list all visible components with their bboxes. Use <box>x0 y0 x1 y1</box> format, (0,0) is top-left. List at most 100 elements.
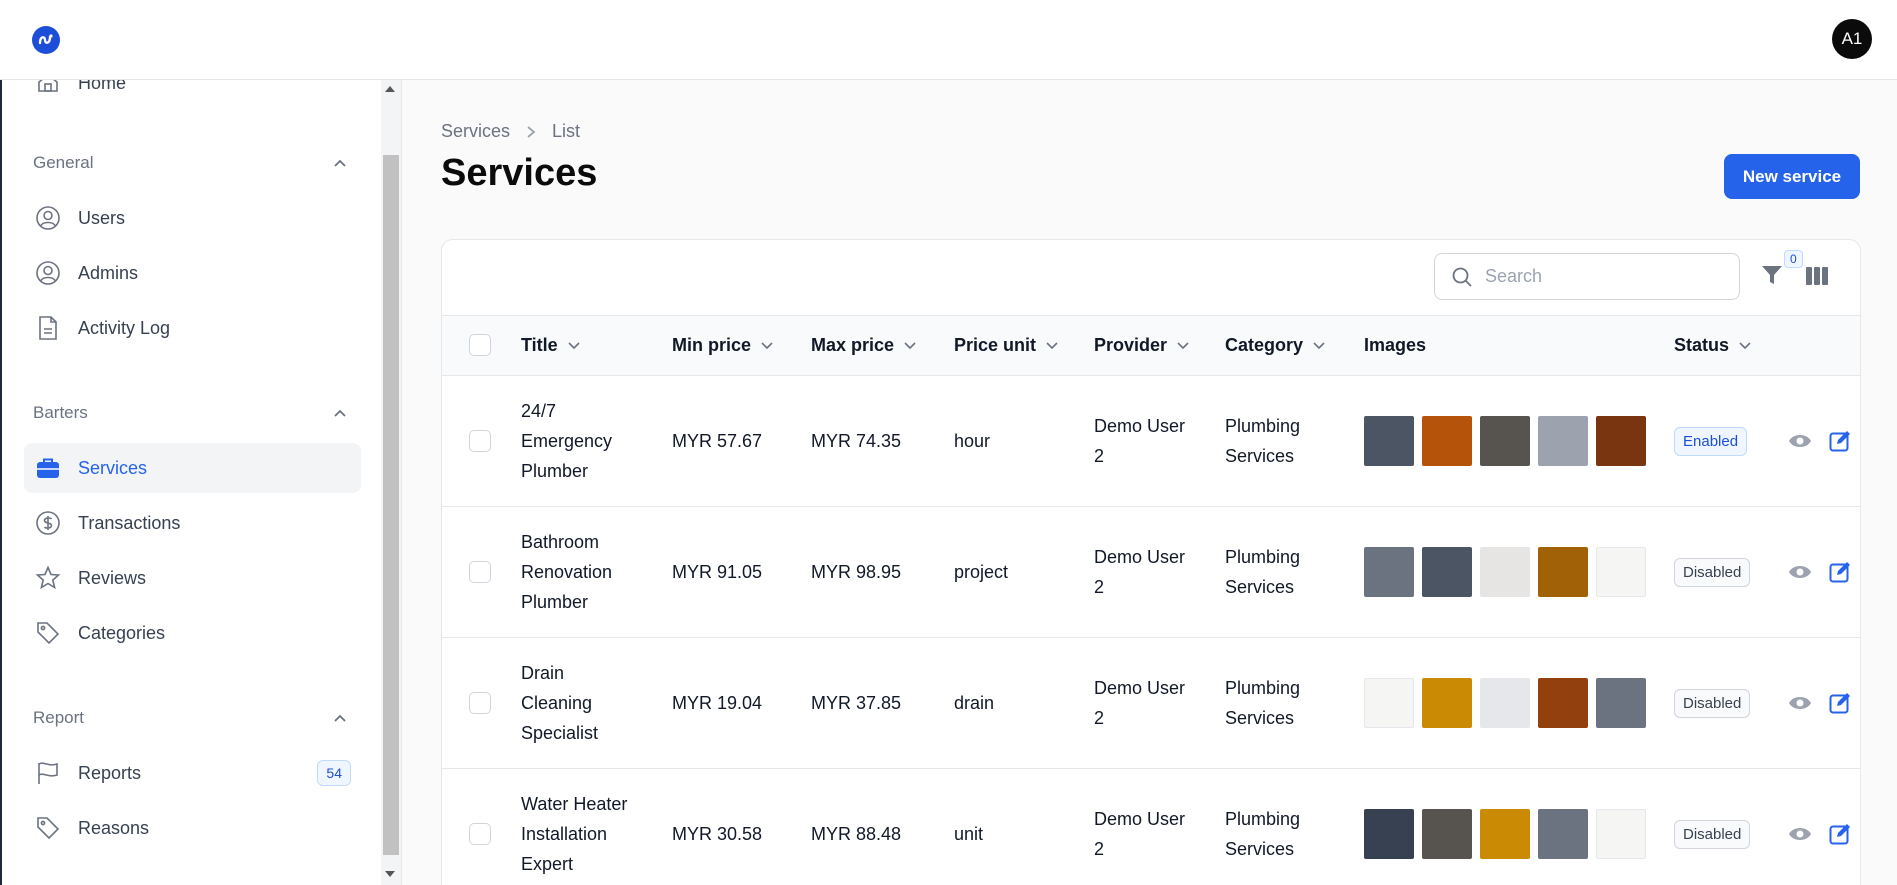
service-image-thumbnail[interactable] <box>1596 809 1646 859</box>
sidebar-item-reports[interactable]: Reports 54 <box>24 748 361 798</box>
row-checkbox[interactable] <box>469 430 491 452</box>
service-image-thumbnail[interactable] <box>1480 547 1530 597</box>
search-input[interactable]: Search <box>1434 253 1740 300</box>
service-image-thumbnail[interactable] <box>1364 809 1414 859</box>
group-label-general: General <box>33 153 94 172</box>
cell-max-price: MYR 74.35 <box>811 431 902 451</box>
tag-icon <box>34 619 62 647</box>
filter-icon[interactable] <box>1760 263 1784 287</box>
chevron-down-icon <box>904 341 916 349</box>
sidebar-item-label: Services <box>78 457 148 478</box>
service-image-thumbnail[interactable] <box>1422 809 1472 859</box>
sidebar-item-label: Activity Log <box>78 317 171 338</box>
sidebar-item-transactions[interactable]: Transactions <box>24 498 361 548</box>
sidebar-item-reviews[interactable]: Reviews <box>24 553 361 603</box>
cell-max-price: MYR 98.95 <box>811 562 902 582</box>
row-checkbox[interactable] <box>469 692 491 714</box>
sidebar-item-services[interactable]: Services <box>24 443 361 493</box>
cell-min-price: MYR 30.58 <box>672 824 763 844</box>
chevron-up-icon[interactable] <box>332 156 348 172</box>
cell-category: Plumbing Services <box>1225 809 1301 859</box>
sidebar-item-label: Reasons <box>78 817 150 838</box>
columns-icon[interactable] <box>1805 266 1829 286</box>
scroll-down-arrow-icon[interactable] <box>385 871 395 877</box>
service-image-thumbnail[interactable] <box>1596 416 1646 466</box>
column-header-max-price[interactable]: Max price <box>811 335 916 356</box>
edit-icon[interactable] <box>1829 692 1851 714</box>
sidebar-item-activity-log[interactable]: Activity Log <box>24 303 361 353</box>
tag-icon <box>34 814 62 842</box>
column-header-category[interactable]: Category <box>1225 335 1325 356</box>
service-image-thumbnail[interactable] <box>1364 416 1414 466</box>
row-checkbox[interactable] <box>469 823 491 845</box>
service-image-thumbnail[interactable] <box>1538 678 1588 728</box>
column-header-min-price[interactable]: Min price <box>672 335 773 356</box>
view-eye-icon[interactable] <box>1788 432 1812 450</box>
cell-max-price: MYR 88.48 <box>811 824 902 844</box>
sidebar-item-label: Users <box>78 207 126 228</box>
group-label-report: Report <box>33 708 85 727</box>
scroll-up-arrow-icon[interactable] <box>385 86 395 92</box>
top-bar: A1 <box>0 0 1897 80</box>
filter-count-badge: 0 <box>1784 250 1803 268</box>
sidebar-item-reasons[interactable]: Reasons <box>24 803 361 853</box>
edit-icon[interactable] <box>1829 561 1851 583</box>
view-eye-icon[interactable] <box>1788 563 1812 581</box>
view-eye-icon[interactable] <box>1788 825 1812 843</box>
service-image-thumbnail[interactable] <box>1422 678 1472 728</box>
service-image-thumbnail[interactable] <box>1364 547 1414 597</box>
cell-max-price: MYR 37.85 <box>811 693 902 713</box>
dollar-circle-icon <box>34 509 62 537</box>
row-checkbox[interactable] <box>469 561 491 583</box>
column-header-title[interactable]: Title <box>521 335 580 356</box>
column-header-images: Images <box>1364 335 1427 355</box>
service-image-thumbnail[interactable] <box>1422 416 1472 466</box>
status-badge: Disabled <box>1674 820 1751 849</box>
service-image-thumbnail[interactable] <box>1480 678 1530 728</box>
select-all-checkbox[interactable] <box>469 334 491 356</box>
chevron-up-icon[interactable] <box>332 711 348 727</box>
cell-title: 24/7 Emergency Plumber <box>521 401 613 481</box>
chevron-down-icon <box>1046 341 1058 349</box>
star-icon <box>34 564 62 592</box>
cell-title: Bathroom Renovation Plumber <box>521 532 613 612</box>
breadcrumb-services[interactable]: Services <box>441 121 510 142</box>
chevron-down-icon <box>568 341 580 349</box>
cell-provider: Demo User 2 <box>1094 678 1186 728</box>
sidebar-item-users[interactable]: Users <box>24 193 361 243</box>
breadcrumb: Services List <box>441 121 580 142</box>
view-eye-icon[interactable] <box>1788 694 1812 712</box>
service-image-thumbnail[interactable] <box>1538 547 1588 597</box>
sidebar-item-label: Home <box>78 80 127 93</box>
service-image-thumbnail[interactable] <box>1596 547 1646 597</box>
service-image-thumbnail[interactable] <box>1538 416 1588 466</box>
sidebar-item-home[interactable]: Home <box>24 80 361 108</box>
new-service-button[interactable]: New service <box>1724 154 1860 199</box>
edit-icon[interactable] <box>1829 430 1851 452</box>
edit-icon[interactable] <box>1829 823 1851 845</box>
service-image-thumbnail[interactable] <box>1480 809 1530 859</box>
group-label-barters: Barters <box>33 403 88 422</box>
service-image-thumbnail[interactable] <box>1480 416 1530 466</box>
service-image-thumbnail[interactable] <box>1364 678 1414 728</box>
sidebar-item-admins[interactable]: Admins <box>24 248 361 298</box>
chevron-up-icon[interactable] <box>332 406 348 422</box>
briefcase-icon <box>34 454 62 482</box>
column-header-provider[interactable]: Provider <box>1094 335 1189 356</box>
scrollbar-thumb[interactable] <box>383 155 399 855</box>
sidebar: Home General Users Admins Activity Log B… <box>0 80 381 885</box>
user-avatar[interactable]: A1 <box>1832 19 1872 59</box>
column-header-price-unit[interactable]: Price unit <box>954 335 1058 356</box>
service-image-thumbnail[interactable] <box>1422 547 1472 597</box>
sidebar-item-label: Categories <box>78 622 166 643</box>
service-image-thumbnail[interactable] <box>1538 809 1588 859</box>
app-logo[interactable] <box>32 26 60 54</box>
chevron-right-icon <box>527 125 536 138</box>
service-image-thumbnail[interactable] <box>1596 678 1646 728</box>
sidebar-item-categories[interactable]: Categories <box>24 608 361 658</box>
cell-category: Plumbing Services <box>1225 678 1301 728</box>
chevron-down-icon <box>761 341 773 349</box>
search-icon <box>1452 267 1472 287</box>
column-header-status[interactable]: Status <box>1674 335 1751 356</box>
cell-provider: Demo User 2 <box>1094 547 1186 597</box>
